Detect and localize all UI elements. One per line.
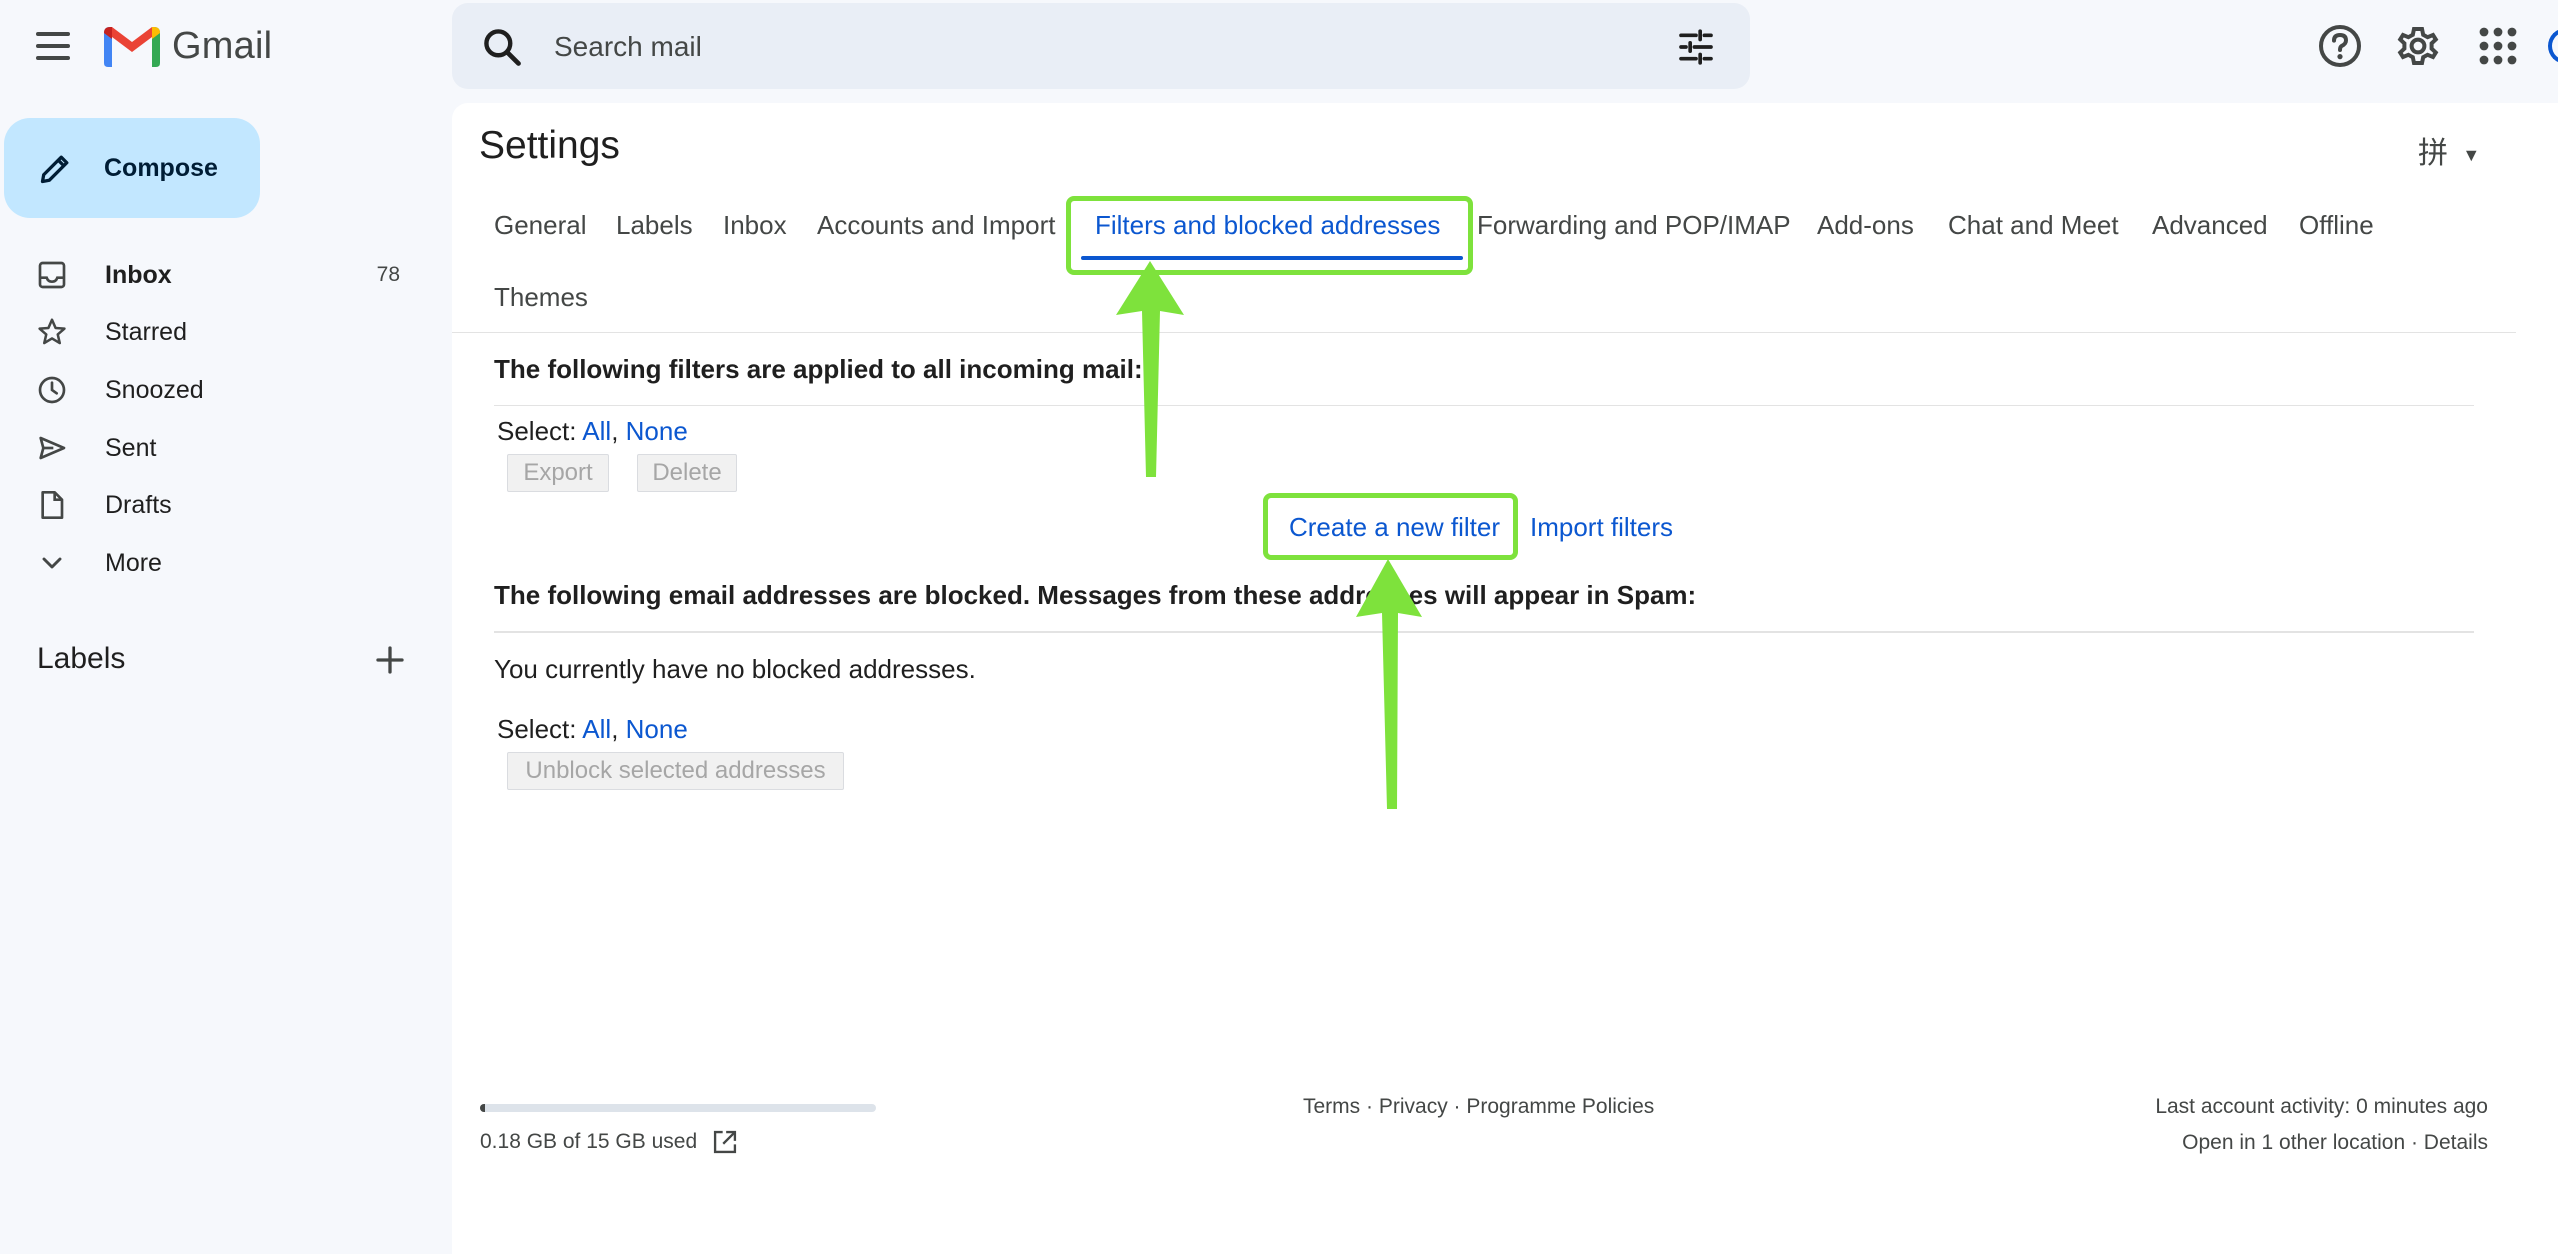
- account-activity-details-line: Open in 1 other location · Details: [2182, 1131, 2488, 1155]
- sidebar-item-inbox[interactable]: Inbox 78: [0, 247, 420, 303]
- sidebar-item-label: Snoozed: [105, 375, 204, 404]
- tab-accounts-and-import[interactable]: Accounts and Import: [817, 210, 1055, 241]
- storage-used-text: 0.18 GB of 15 GB used: [480, 1130, 698, 1153]
- no-blocked-addresses-text: You currently have no blocked addresses.: [494, 654, 976, 684]
- storage-usage-fill: [480, 1104, 485, 1112]
- select-separator: ,: [611, 416, 626, 446]
- search-bar[interactable]: [452, 3, 1750, 89]
- tab-offline[interactable]: Offline: [2299, 210, 2374, 241]
- pencil-icon: [40, 155, 69, 184]
- select-none-blocked-link[interactable]: None: [626, 714, 688, 744]
- terms-link[interactable]: Terms: [1303, 1095, 1360, 1118]
- search-icon[interactable]: [480, 25, 524, 69]
- input-tools-button[interactable]: 拼 ▼: [2418, 128, 2480, 172]
- gmail-logo[interactable]: Gmail: [104, 20, 272, 72]
- sidebar-item-more[interactable]: More: [0, 535, 420, 591]
- settings-gear-icon[interactable]: [2394, 22, 2442, 70]
- privacy-link[interactable]: Privacy: [1379, 1095, 1448, 1118]
- create-filter-highlight-box: [1263, 493, 1518, 560]
- chevron-down-icon: [42, 557, 62, 569]
- sidebar-item-starred[interactable]: Starred: [0, 304, 420, 360]
- sidebar-item-label: Starred: [105, 317, 187, 346]
- clock-icon: [38, 376, 66, 404]
- input-tool-glyph: 拼: [2418, 137, 2448, 170]
- select-all-blocked-link[interactable]: All: [582, 714, 611, 744]
- annotation-arrow-up-icon: [1356, 559, 1422, 809]
- send-icon: [39, 436, 66, 460]
- sidebar-item-sent[interactable]: Sent: [0, 420, 420, 476]
- tab-general[interactable]: General: [494, 210, 587, 241]
- blocked-divider: [494, 631, 2474, 633]
- programme-policies-link[interactable]: Programme Policies: [1466, 1095, 1654, 1118]
- delete-button[interactable]: Delete: [637, 454, 737, 492]
- page-title: Settings: [479, 124, 620, 167]
- details-link[interactable]: Details: [2424, 1131, 2488, 1154]
- unread-count: 78: [376, 263, 400, 286]
- import-filters-link[interactable]: Import filters: [1530, 512, 1673, 543]
- menu-bar: [36, 56, 70, 60]
- select-prefix: Select:: [497, 416, 583, 446]
- sidebar-item-label: Inbox: [105, 260, 172, 289]
- filters-heading: The following filters are applied to all…: [494, 354, 1143, 384]
- menu-bar: [36, 44, 70, 48]
- filters-select-line: Select: All, None: [497, 416, 688, 447]
- apps-grid-icon[interactable]: [2474, 22, 2522, 70]
- tab-forwarding-pop-imap[interactable]: Forwarding and POP/IMAP: [1477, 210, 1791, 241]
- star-icon: [38, 318, 66, 345]
- add-label-plus-icon[interactable]: [372, 642, 408, 678]
- footer-separator: ·: [1360, 1095, 1379, 1118]
- sidebar-item-snoozed[interactable]: Snoozed: [0, 362, 420, 418]
- unblock-selected-button[interactable]: Unblock selected addresses: [507, 752, 844, 790]
- tab-advanced[interactable]: Advanced: [2152, 210, 2268, 241]
- gmail-m-icon: [104, 27, 160, 67]
- tab-add-ons[interactable]: Add-ons: [1817, 210, 1914, 241]
- select-separator: ,: [611, 714, 626, 744]
- blocked-select-line: Select: All, None: [497, 714, 688, 745]
- open-in-new-icon[interactable]: [711, 1128, 739, 1156]
- footer-separator: ·: [2405, 1131, 2424, 1154]
- select-prefix: Select:: [497, 714, 583, 744]
- caret-down-icon: ▼: [2462, 144, 2481, 165]
- footer-links: Terms · Privacy · Programme Policies: [1303, 1095, 1654, 1119]
- select-all-filters-link[interactable]: All: [582, 416, 611, 446]
- search-input[interactable]: [552, 21, 1556, 73]
- sidebar-item-label: Drafts: [105, 490, 172, 519]
- main-menu-button[interactable]: [26, 26, 82, 66]
- menu-bar: [36, 32, 70, 36]
- tabs-divider: [452, 332, 2516, 333]
- app-name: Gmail: [172, 24, 273, 67]
- tab-labels[interactable]: Labels: [616, 210, 693, 241]
- draft-icon: [41, 491, 64, 519]
- footer-separator: ·: [1447, 1095, 1467, 1118]
- search-options-icon[interactable]: [1676, 27, 1716, 67]
- filters-divider: [494, 405, 2474, 406]
- select-none-filters-link[interactable]: None: [626, 416, 688, 446]
- last-account-activity: Last account activity: 0 minutes ago: [2155, 1095, 2488, 1118]
- account-avatar[interactable]: [2548, 28, 2558, 64]
- sidebar-item-label: More: [105, 548, 162, 577]
- compose-button[interactable]: Compose: [4, 118, 260, 218]
- tab-themes[interactable]: Themes: [494, 282, 588, 313]
- sidebar-item-drafts[interactable]: Drafts: [0, 477, 420, 533]
- compose-label: Compose: [104, 153, 218, 182]
- export-button[interactable]: Export: [507, 454, 609, 492]
- tab-chat-and-meet[interactable]: Chat and Meet: [1948, 210, 2119, 241]
- blocked-heading: The following email addresses are blocke…: [494, 580, 1697, 610]
- sidebar-item-label: Sent: [105, 433, 157, 462]
- labels-heading: Labels: [37, 642, 126, 675]
- open-in-other-location-text: Open in 1 other location: [2182, 1131, 2406, 1154]
- help-icon[interactable]: [2316, 22, 2364, 70]
- inbox-icon: [38, 261, 66, 289]
- annotation-arrow-up-icon: [1116, 261, 1184, 477]
- storage-usage-bar: [480, 1104, 876, 1112]
- tab-inbox[interactable]: Inbox: [723, 210, 787, 241]
